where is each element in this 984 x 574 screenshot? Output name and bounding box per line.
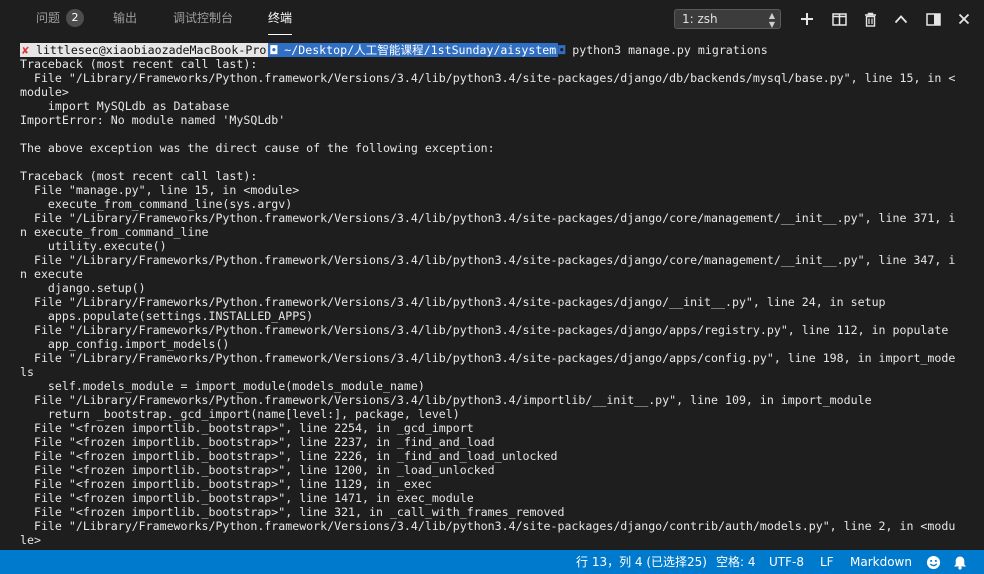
terminal-output-line: Traceback (most recent call last): (20, 57, 258, 71)
terminal-output-line: n execute (20, 267, 83, 281)
prompt-path-segment: ◘ ~/Desktop/人工智能课程/1stSunday/aisystem (268, 43, 559, 57)
terminal-output-line: return _bootstrap._gcd_import(name[level… (20, 407, 460, 421)
terminal-output-line: app_config.import_models() (20, 337, 230, 351)
terminal-output-line: File "/Library/Frameworks/Python.framewo… (20, 393, 872, 407)
terminal-output-line: n execute_from_command_line (20, 225, 209, 239)
close-icon[interactable] (954, 9, 974, 29)
terminal-output-line: utility.execute() (20, 239, 167, 253)
terminal-output-line: Traceback (most recent call last): (20, 169, 258, 183)
status-encoding[interactable]: UTF-8 (769, 550, 804, 574)
tab-output[interactable]: 输出 (113, 0, 137, 38)
prompt-user-segment: ✘ littlesec@xiaobiaozadeMacBook-Pro (20, 43, 269, 57)
terminal-output-line: ImportError: No module named 'MySQLdb' (20, 113, 286, 127)
status-bar: 行 13，列 4 (已选择25) 空格: 4 UTF-8 LF Markdown (0, 550, 984, 574)
terminal-output-line: File "/Library/Frameworks/Python.framewo… (20, 295, 886, 309)
plus-icon[interactable] (797, 9, 817, 29)
terminal-output-line: File "<frozen importlib._bootstrap>", li… (20, 505, 565, 519)
tab-terminal[interactable]: 终端 (268, 0, 293, 38)
terminal-output-line: File "/Library/Frameworks/Python.framewo… (20, 253, 956, 267)
terminal-instance-value: 1: zsh (682, 12, 718, 26)
tab-problems-label: 问题 (36, 11, 61, 25)
tab-terminal-label: 终端 (268, 11, 293, 25)
terminal-output-line: module> (20, 85, 69, 99)
prompt-separator-icon: ◘ (270, 43, 278, 57)
terminal-output-line: File "<frozen importlib._bootstrap>", li… (20, 491, 474, 505)
terminal-output-line: File "/Library/Frameworks/Python.framewo… (20, 71, 956, 85)
terminal-output-line: The above exception was the direct cause… (20, 141, 495, 155)
terminal-output-line: File "/Library/Frameworks/Python.framewo… (20, 323, 949, 337)
tab-problems[interactable]: 问题 2 (36, 0, 85, 38)
status-language[interactable]: Markdown (850, 550, 912, 574)
terminal-output-line: File "/Library/Frameworks/Python.framewo… (20, 351, 956, 365)
prompt-user-host: littlesec@xiaobiaozadeMacBook-Pro (35, 43, 267, 57)
terminal-text: ✘ littlesec@xiaobiaozadeMacBook-Pro ◘ ~/D… (20, 43, 955, 547)
status-eol[interactable]: LF (820, 550, 834, 574)
trash-icon[interactable] (860, 9, 880, 29)
prompt-end-icon: ◘ (558, 43, 566, 57)
terminal-output: Traceback (most recent call last): File … (20, 57, 955, 547)
terminal-output-line: import MySQLdb as Database (20, 99, 230, 113)
terminal-output-line: ls (20, 365, 34, 379)
terminal-view[interactable]: ✘ littlesec@xiaobiaozadeMacBook-Pro ◘ ~/D… (0, 38, 984, 550)
error-status-icon: ✘ (22, 43, 29, 57)
terminal-prompt-line: ✘ littlesec@xiaobiaozadeMacBook-Pro ◘ ~/D… (20, 43, 768, 57)
terminal-output-line: File "<frozen importlib._bootstrap>", li… (20, 477, 432, 491)
select-arrows-icon: ▲ ▼ (768, 11, 775, 29)
terminal-output-line: self.models_module = import_module(model… (20, 379, 425, 393)
tab-debug-console-label: 调试控制台 (173, 11, 234, 25)
terminal-output-line: File "/Library/Frameworks/Python.framewo… (20, 211, 956, 225)
problems-count-badge: 2 (66, 9, 85, 27)
status-cursor-position[interactable]: 行 13，列 4 (已选择25) (576, 550, 707, 574)
terminal-output-line: File "<frozen importlib._bootstrap>", li… (20, 449, 558, 463)
chevron-up-icon[interactable] (891, 9, 911, 29)
terminal-output-line: django.setup() (20, 281, 146, 295)
prompt-command: python3 manage.py migrations (572, 43, 768, 57)
panel-tab-bar: 问题 2 输出 调试控制台 终端 1: zsh ▲ ▼ (0, 0, 984, 38)
status-indentation[interactable]: 空格: 4 (716, 550, 756, 574)
terminal-output-line: execute_from_command_line(sys.argv) (20, 197, 293, 211)
smiley-icon[interactable] (925, 554, 941, 570)
terminal-output-line: le> (20, 533, 41, 547)
terminal-output-line: File "<frozen importlib._bootstrap>", li… (20, 463, 495, 477)
tab-output-label: 输出 (113, 11, 138, 25)
terminal-output-line: File "<frozen importlib._bootstrap>", li… (20, 421, 474, 435)
terminal-output-line: File "<frozen importlib._bootstrap>", li… (20, 435, 495, 449)
terminal-output-line: File "manage.py", line 15, in <module> (20, 183, 300, 197)
terminal-output-line: File "/Library/Frameworks/Python.framewo… (20, 519, 956, 533)
panel-layout-icon[interactable] (923, 9, 943, 29)
bell-icon[interactable] (952, 554, 968, 570)
tab-debug-console[interactable]: 调试控制台 (173, 0, 233, 38)
split-icon[interactable] (829, 9, 849, 29)
terminal-instance-select[interactable]: 1: zsh ▲ ▼ (674, 9, 781, 29)
prompt-path: ~/Desktop/人工智能课程/1stSunday/aisystem (284, 43, 557, 57)
terminal-output-line: apps.populate(settings.INSTALLED_APPS) (20, 309, 314, 323)
